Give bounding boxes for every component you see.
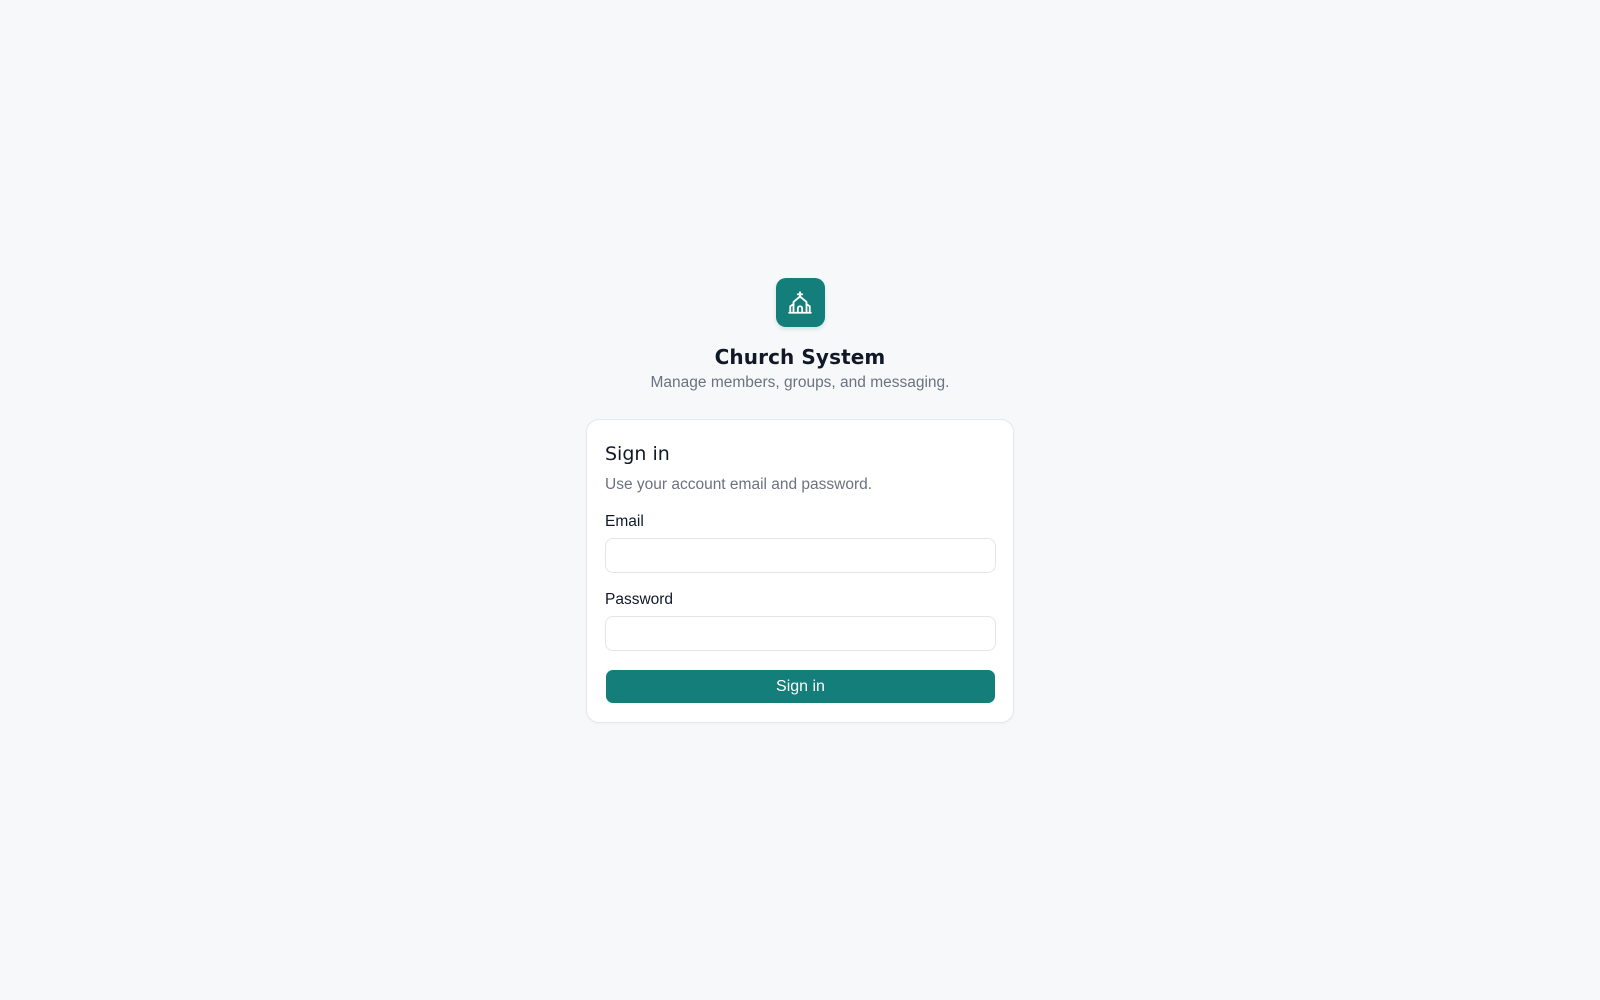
login-page: Church System Manage members, groups, an… (0, 0, 1600, 1000)
email-field[interactable] (605, 538, 996, 573)
signin-card: Sign in Use your account email and passw… (586, 419, 1014, 723)
signin-title: Sign in (605, 443, 670, 465)
app-title: Church System (714, 345, 886, 369)
password-field[interactable] (605, 616, 996, 651)
signin-description: Use your account email and password. (605, 476, 873, 493)
signin-button[interactable]: Sign in (606, 670, 995, 703)
app-subtitle: Manage members, groups, and messaging. (650, 374, 950, 391)
brand-header: Church System Manage members, groups, an… (0, 278, 1600, 392)
email-label: Email (605, 513, 644, 530)
password-label: Password (605, 591, 674, 608)
church-icon (775, 278, 825, 327)
